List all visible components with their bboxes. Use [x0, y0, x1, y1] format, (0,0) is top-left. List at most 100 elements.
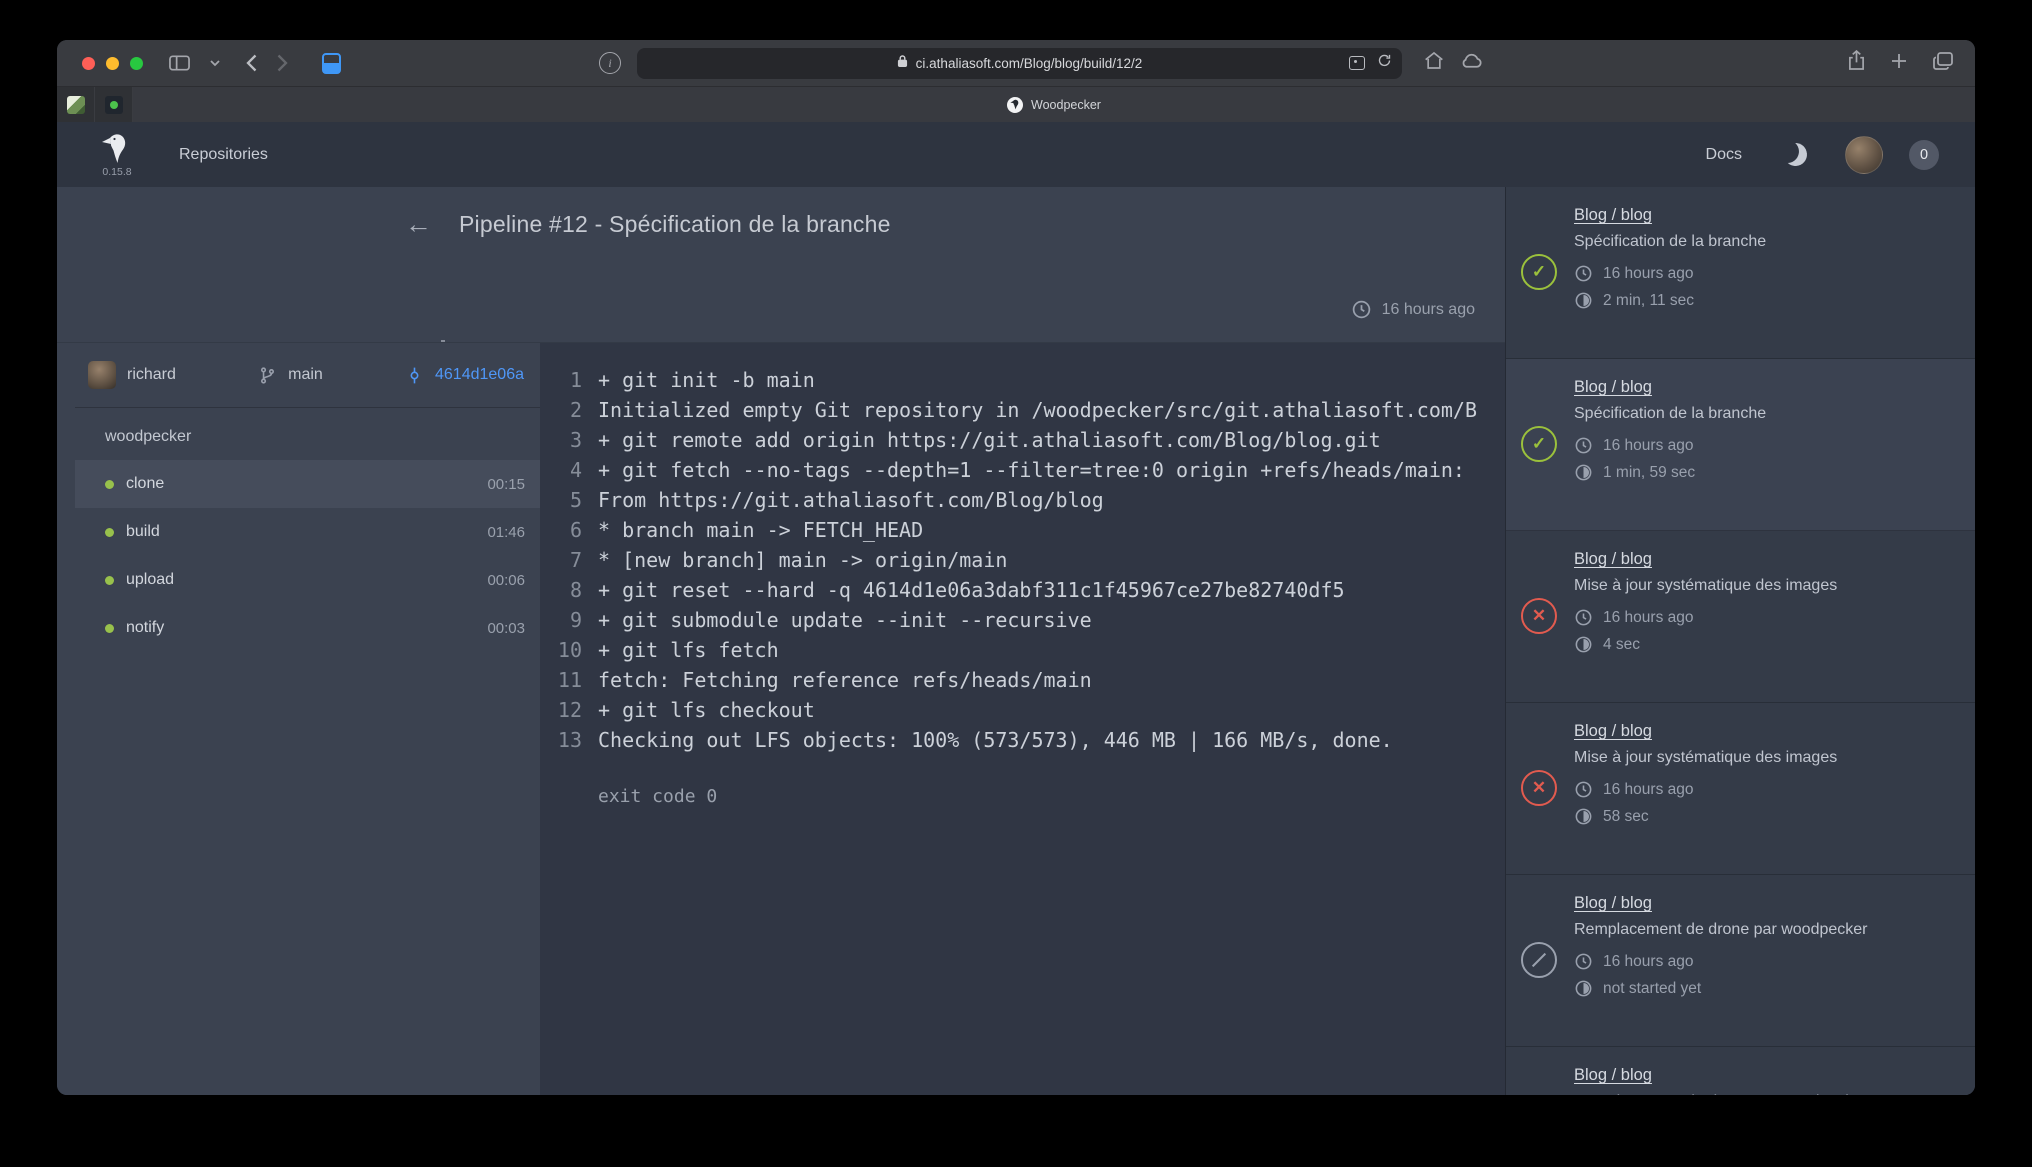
cloud-icon[interactable]: [1460, 53, 1483, 74]
pipeline-tab[interactable]: [581, 323, 585, 342]
app-navbar: 0.15.8 Repositories Docs 0: [57, 122, 1975, 187]
workflow-step[interactable]: clone 00:15: [75, 460, 540, 508]
app-content: ← Pipeline #12 - Spécification de la bra…: [57, 187, 1975, 1095]
pinned-favicon-1: [67, 96, 85, 114]
clock-icon: [1574, 264, 1593, 283]
pinned-tab-1[interactable]: [57, 87, 95, 122]
step-duration: 01:46: [487, 524, 525, 541]
page-settings-icon[interactable]: [1349, 56, 1365, 70]
log-panel[interactable]: 1 + git init -b main 2 Initialized empty…: [540, 343, 1505, 1095]
log-line: 6 * branch main -> FETCH_HEAD: [540, 515, 1505, 545]
build-repo-link[interactable]: Blog / blog: [1574, 550, 1652, 569]
log-line-number: 12: [540, 695, 582, 725]
commit-group[interactable]: 4614d1e06a: [405, 366, 524, 385]
build-message: Spécification de la branche: [1574, 233, 1766, 251]
tab-strip: Woodpecker: [57, 87, 1975, 122]
build-time-text: 16 hours ago: [1603, 781, 1694, 799]
lock-icon: [897, 54, 908, 73]
pipeline-main: ← Pipeline #12 - Spécification de la bra…: [57, 187, 1505, 1095]
build-status-icon: [1521, 598, 1557, 634]
clock-icon: [1574, 952, 1593, 971]
build-list-item[interactable]: Blog / blog Spécification de la branche …: [1506, 187, 1975, 359]
log-line-number: 3: [540, 425, 582, 455]
build-repo-link[interactable]: Blog / blog: [1574, 1066, 1652, 1085]
step-status-dot: [105, 528, 114, 537]
reader-page-icon[interactable]: [322, 53, 341, 74]
log-line-number: 10: [540, 635, 582, 665]
build-repo-link[interactable]: Blog / blog: [1574, 378, 1652, 397]
user-avatar[interactable]: [1845, 136, 1883, 174]
exit-code: exit code 0: [540, 782, 1505, 812]
pipeline-time-text: 16 hours ago: [1382, 301, 1475, 319]
nav-repositories-link[interactable]: Repositories: [179, 146, 268, 164]
build-list-item[interactable]: Blog / blog Remplacement de drone par wo…: [1506, 875, 1975, 1047]
forward-icon[interactable]: [277, 54, 288, 72]
step-status-dot: [105, 624, 114, 633]
commit-hash-link[interactable]: 4614d1e06a: [435, 366, 524, 384]
log-line-text: + git init -b main: [598, 365, 815, 395]
tab-overview-icon[interactable]: [1933, 52, 1953, 75]
build-status: [1521, 254, 1557, 290]
log-line-text: * [new branch] main -> origin/main: [598, 545, 1007, 575]
build-message: Mise à jour systématique des images: [1574, 749, 1837, 767]
pinned-tab-2[interactable]: [95, 87, 133, 122]
log-line-text: + git reset --hard -q 4614d1e06a3dabf311…: [598, 575, 1345, 605]
pipeline-title: Pipeline #12 - Spécification de la branc…: [459, 211, 891, 238]
workflow-name[interactable]: woodpecker: [75, 408, 540, 460]
nav-docs-link[interactable]: Docs: [1706, 146, 1742, 164]
log-line-number: 13: [540, 725, 582, 755]
build-list-item[interactable]: Blog / blog Mise à jour systématique des…: [1506, 703, 1975, 875]
step-duration: 00:15: [487, 476, 525, 493]
minimize-window-button[interactable]: [106, 57, 119, 70]
clock-icon: [1574, 436, 1593, 455]
pipeline-tab[interactable]: [511, 323, 515, 342]
build-repo-link[interactable]: Blog / blog: [1574, 722, 1652, 741]
address-bar[interactable]: ci.athaliasoft.com/Blog/blog/build/12/2: [637, 48, 1402, 79]
woodpecker-favicon: [1007, 97, 1023, 113]
build-status: [1521, 426, 1557, 462]
pipeline-tab[interactable]: [441, 323, 445, 342]
log-line-text: Initialized empty Git repository in /woo…: [598, 395, 1477, 425]
build-status-icon: [1521, 942, 1557, 978]
back-icon[interactable]: [246, 54, 257, 72]
new-tab-icon[interactable]: [1891, 53, 1907, 74]
branch-icon: [258, 366, 277, 385]
notification-badge[interactable]: 0: [1909, 140, 1939, 170]
log-line: 7 * [new branch] main -> origin/main: [540, 545, 1505, 575]
workflow-step[interactable]: upload 00:06: [75, 556, 540, 604]
close-window-button[interactable]: [82, 57, 95, 70]
chevron-down-icon[interactable]: [210, 60, 220, 67]
build-repo-link[interactable]: Blog / blog: [1574, 206, 1652, 225]
browser-window: i ci.athaliasoft.com/Blog/blog/build/12/…: [57, 40, 1975, 1095]
log-line-number: 5: [540, 485, 582, 515]
clock-icon: [1574, 608, 1593, 627]
build-list-item[interactable]: Blog / blog Spécification de la branche …: [1506, 359, 1975, 531]
log-line-number: 8: [540, 575, 582, 605]
dark-mode-toggle-icon[interactable]: [1781, 140, 1809, 168]
build-list-item[interactable]: Blog / blog Mise à jour systématique des…: [1506, 531, 1975, 703]
reload-icon[interactable]: [1377, 53, 1392, 73]
back-arrow-icon[interactable]: ←: [405, 211, 432, 238]
privacy-report-icon[interactable]: i: [599, 52, 621, 74]
sidebar-toggle-icon[interactable]: [169, 55, 190, 71]
share-icon[interactable]: [1848, 50, 1865, 76]
log-line-text: + git submodule update --init --recursiv…: [598, 605, 1092, 635]
build-repo-link[interactable]: Blog / blog: [1574, 894, 1652, 913]
log-line-number: 7: [540, 545, 582, 575]
build-list-item[interactable]: Blog / blog Remplacement de drone par wo…: [1506, 1047, 1975, 1095]
commit-meta-row: richard main 4614d1e06a: [75, 343, 540, 408]
home-icon[interactable]: [1424, 51, 1444, 75]
workflow-step[interactable]: build 01:46: [75, 508, 540, 556]
build-status-icon: [1521, 770, 1557, 806]
active-tab[interactable]: Woodpecker: [133, 87, 1975, 122]
workflow-step[interactable]: notify 00:03: [75, 604, 540, 652]
step-name: build: [126, 523, 475, 541]
build-status: [1521, 770, 1557, 806]
zoom-window-button[interactable]: [130, 57, 143, 70]
woodpecker-logo[interactable]: 0.15.8: [101, 131, 133, 178]
branch-name: main: [288, 366, 323, 384]
log-line: 11 fetch: Fetching reference refs/heads/…: [540, 665, 1505, 695]
step-name: clone: [126, 475, 475, 493]
pinned-favicon-2: [105, 96, 123, 114]
duration-icon: [1574, 807, 1593, 826]
